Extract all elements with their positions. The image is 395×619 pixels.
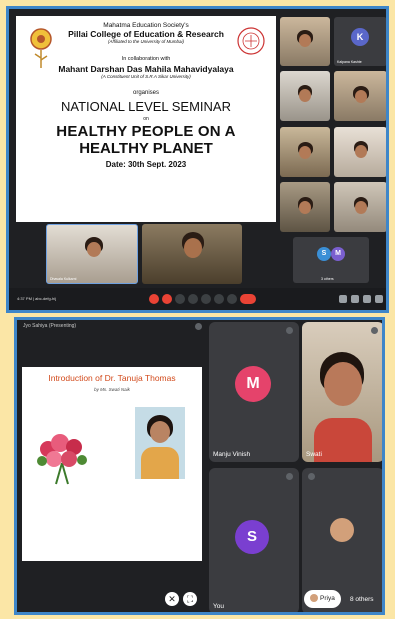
participant-tile[interactable] xyxy=(334,182,386,232)
slide-line-theme1: HEALTHY PEOPLE ON A xyxy=(56,123,236,140)
mic-off-button[interactable] xyxy=(149,294,159,304)
avatar: K xyxy=(351,28,369,46)
slide-line-organises: organises xyxy=(132,90,159,96)
leave-call-button[interactable] xyxy=(240,294,256,304)
presenter-self-tile[interactable]: Dhavala Kulkarni xyxy=(46,224,138,284)
meeting-time: 4:37 PM | abc-defg-hij xyxy=(17,296,57,301)
others-count: 3 others xyxy=(321,277,334,281)
self-tile[interactable]: S You xyxy=(209,468,299,612)
meeting-control-bar: 4:37 PM | abc-defg-hij xyxy=(9,288,386,310)
mic-off-icon xyxy=(195,323,202,330)
avatar: S xyxy=(317,247,331,261)
slide-line-seminar: NATIONAL LEVEL SEMINAR xyxy=(60,99,231,114)
people-icon[interactable] xyxy=(351,295,359,303)
presenting-label: Jyo Sahiya (Presenting) xyxy=(23,323,77,329)
avatar: M xyxy=(235,366,271,402)
avatar xyxy=(330,518,354,542)
meeting-screenshot-top: Mahatma Education Society's Pillai Colle… xyxy=(6,6,389,313)
meeting-screenshot-bottom: Jyo Sahiya (Presenting) Introduction of … xyxy=(14,317,385,615)
mic-off-icon xyxy=(308,473,315,480)
participant-pill-priya[interactable]: Priya xyxy=(304,590,341,608)
participant-tile-video[interactable]: Swati xyxy=(302,322,382,462)
camera-off-button[interactable] xyxy=(162,294,172,304)
slide-subtitle: by Ms. Swati Naik xyxy=(94,387,130,392)
info-icon[interactable] xyxy=(339,295,347,303)
participant-tile-k[interactable]: K Kalpana Kashte xyxy=(334,17,386,66)
present-button[interactable] xyxy=(201,294,211,304)
participant-tile-large[interactable] xyxy=(142,224,242,284)
participant-tile-m[interactable]: M Manju Vinish xyxy=(209,322,299,462)
slide-line-collab: In collaboration with xyxy=(121,56,171,62)
chat-icon[interactable] xyxy=(363,295,371,303)
mic-off-icon xyxy=(371,327,378,334)
more-options-button[interactable] xyxy=(227,294,237,304)
participant-name: You xyxy=(213,603,224,610)
avatar: S xyxy=(235,520,269,554)
mic-off-icon xyxy=(286,473,293,480)
avatar: M xyxy=(331,247,345,261)
participant-tile[interactable] xyxy=(334,71,386,121)
slide-line-on: on xyxy=(143,116,149,122)
participant-name: Dhavala Kulkarni xyxy=(50,277,77,281)
participant-tile[interactable] xyxy=(280,17,330,66)
slide-line-constituent: (A Constituent Unit of S.R.A Sikar Unive… xyxy=(101,74,191,79)
activities-icon[interactable] xyxy=(375,295,383,303)
slide-line-college: Pillai College of Education & Research xyxy=(68,29,224,39)
slide-title: Introduction of Dr. Tanuja Thomas xyxy=(48,373,176,383)
slide-line-affiliation: (Affiliated to the University of Mumbai) xyxy=(107,39,185,44)
participant-tile[interactable] xyxy=(280,127,330,177)
slide-line-partner: Mahant Darshan Das Mahila Mahavidyalaya xyxy=(58,64,234,74)
participant-tile[interactable] xyxy=(334,127,386,177)
slide-line-theme2: HEALTHY PLANET xyxy=(79,140,213,157)
participant-group-tile[interactable]: S M 3 others xyxy=(293,237,369,283)
slide-line-society: Mahatma Education Society's xyxy=(103,22,189,29)
participant-tile[interactable] xyxy=(280,182,330,232)
captions-button[interactable] xyxy=(175,294,185,304)
avatar-dot xyxy=(310,594,318,603)
slide-line-date: Date: 30th Sept. 2023 xyxy=(105,160,187,169)
participant-name: Manju Vinish xyxy=(213,451,251,458)
participant-name: Kalpana Kashte xyxy=(337,60,362,64)
participant-name: Priya xyxy=(320,595,335,602)
emoji-button[interactable] xyxy=(188,294,198,304)
participant-name: Swati xyxy=(306,451,322,458)
fullscreen-icon[interactable]: ⛶ xyxy=(183,592,197,606)
flower-bouquet-image xyxy=(37,434,87,485)
participant-tile[interactable] xyxy=(280,71,330,121)
speaker-portrait xyxy=(135,407,185,479)
mic-off-icon xyxy=(286,327,293,334)
presentation-slide: Mahatma Education Society's Pillai Colle… xyxy=(16,16,276,222)
presentation-slide: Introduction of Dr. Tanuja Thomas by Ms.… xyxy=(22,367,202,561)
raise-hand-button[interactable] xyxy=(214,294,224,304)
others-tile[interactable]: Priya 8 others xyxy=(302,468,382,612)
unpin-icon[interactable]: ✕ xyxy=(165,592,179,606)
others-count: 8 others xyxy=(350,596,374,603)
